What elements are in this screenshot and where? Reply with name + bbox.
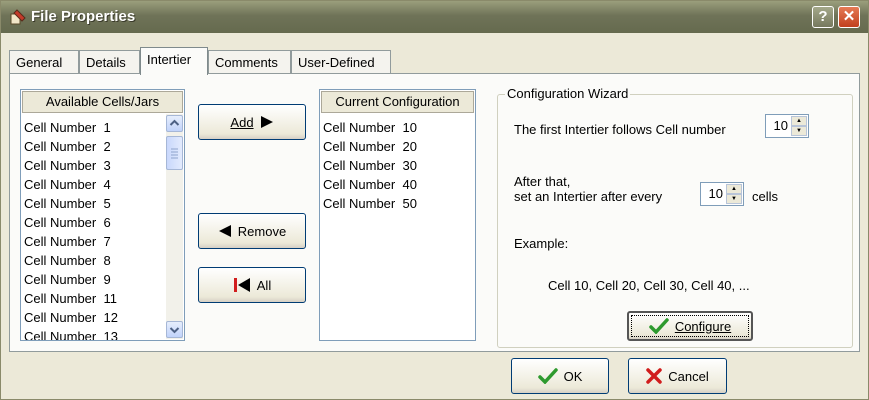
list-item[interactable]: Cell Number 10: [323, 119, 417, 137]
remove-label: Remove: [237, 223, 287, 239]
list-item[interactable]: Cell Number 13: [24, 328, 118, 340]
interval-spinner[interactable]: 10 ▲ ▼: [700, 182, 744, 206]
chevron-down-icon: [169, 327, 180, 334]
first-intertier-label: The first Intertier follows Cell number: [514, 122, 726, 137]
properties-app-icon: [10, 9, 26, 25]
first-intertier-value[interactable]: 10: [774, 118, 788, 133]
cancel-label: Cancel: [668, 368, 709, 384]
list-item[interactable]: Cell Number 1: [24, 119, 111, 137]
list-item[interactable]: Cell Number 4: [24, 176, 111, 194]
list-item[interactable]: Cell Number 40: [323, 176, 417, 194]
scroll-down-button[interactable]: [166, 321, 183, 338]
cancel-button[interactable]: Cancel: [628, 358, 727, 394]
list-item[interactable]: Cell Number 30: [323, 157, 417, 175]
checkmark-icon: [537, 368, 558, 384]
available-cells-header[interactable]: Available Cells/Jars: [22, 91, 183, 113]
arrow-right-icon: [260, 116, 273, 128]
list-item[interactable]: Cell Number 3: [24, 157, 111, 175]
example-label: Example:: [514, 236, 569, 251]
list-item[interactable]: Cell Number 12: [24, 309, 118, 327]
first-arrow-icon: [233, 278, 250, 292]
list-item[interactable]: Cell Number 6: [24, 214, 111, 232]
available-cells-listbox[interactable]: Available Cells/Jars Cell Number 1 Cell …: [20, 89, 185, 341]
list-item[interactable]: Cell Number 20: [323, 138, 417, 156]
tab-comments[interactable]: Comments: [208, 50, 291, 74]
add-label: Add: [230, 114, 254, 130]
interval-label: set an Intertier after every: [514, 189, 663, 204]
list-item[interactable]: Cell Number 8: [24, 252, 111, 270]
current-configuration-listbox[interactable]: Current Configuration Cell Number 10 Cel…: [319, 89, 476, 341]
list-item[interactable]: Cell Number 50: [323, 195, 417, 213]
ok-label: OK: [563, 368, 583, 384]
scroll-thumb[interactable]: [166, 136, 183, 170]
arrow-left-icon: [218, 225, 231, 237]
chevron-up-icon: [169, 119, 180, 126]
configure-button[interactable]: Configure: [627, 311, 753, 341]
cancel-x-icon: [646, 368, 663, 384]
configuration-wizard-title: Configuration Wizard: [505, 86, 631, 101]
window-title: File Properties: [31, 8, 136, 25]
title-bar[interactable]: File Properties ? ✕: [1, 1, 868, 33]
list-item[interactable]: Cell Number 2: [24, 138, 111, 156]
first-intertier-spinner[interactable]: 10 ▲ ▼: [765, 114, 809, 138]
cells-label: cells: [752, 189, 779, 204]
help-button[interactable]: ?: [812, 6, 834, 28]
close-button[interactable]: ✕: [838, 6, 860, 28]
remove-all-button[interactable]: All: [198, 267, 306, 303]
all-label: All: [256, 277, 272, 293]
current-configuration-header[interactable]: Current Configuration: [321, 91, 474, 113]
grip-icon: [171, 148, 178, 159]
configure-label: Configure: [674, 318, 732, 334]
available-list-scrollbar[interactable]: [166, 114, 183, 339]
tab-intertier[interactable]: Intertier: [140, 47, 208, 75]
list-item[interactable]: Cell Number 5: [24, 195, 111, 213]
list-item[interactable]: Cell Number 11: [24, 290, 117, 308]
spin-up-button[interactable]: ▲: [791, 116, 807, 126]
checkmark-icon: [649, 318, 669, 334]
tab-details[interactable]: Details: [79, 50, 140, 74]
spin-up-button[interactable]: ▲: [726, 184, 742, 194]
after-that-label: After that,: [514, 174, 571, 189]
scroll-up-button[interactable]: [166, 115, 183, 132]
interval-value[interactable]: 10: [709, 186, 723, 201]
ok-button[interactable]: OK: [511, 358, 609, 394]
add-button[interactable]: Add: [198, 104, 306, 140]
spin-down-button[interactable]: ▼: [791, 126, 807, 136]
tab-user-defined[interactable]: User-Defined: [291, 50, 391, 74]
remove-button[interactable]: Remove: [198, 213, 306, 249]
example-text: Cell 10, Cell 20, Cell 30, Cell 40, ...: [548, 278, 750, 293]
file-properties-window: File Properties ? ✕ General Details Inte…: [0, 0, 869, 400]
list-item[interactable]: Cell Number 7: [24, 233, 111, 251]
dialog-footer: [1, 354, 868, 399]
spin-down-button[interactable]: ▼: [726, 194, 742, 204]
list-item[interactable]: Cell Number 9: [24, 271, 111, 289]
tab-general[interactable]: General: [9, 50, 79, 74]
